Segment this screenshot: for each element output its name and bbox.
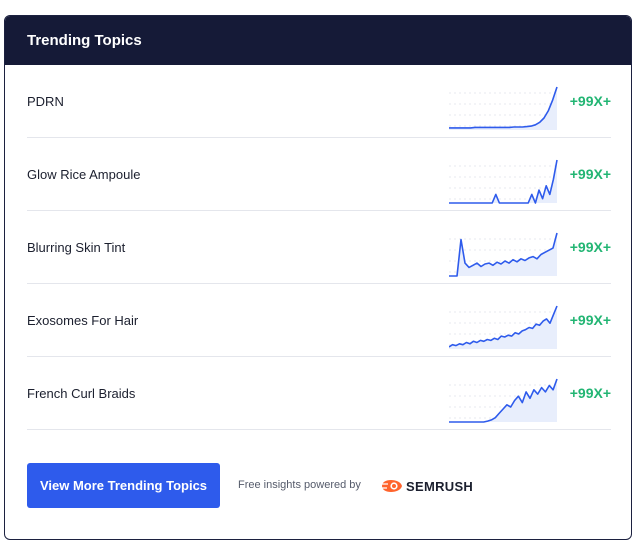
growth-badge: +99X+ (569, 166, 611, 182)
growth-badge: +99X+ (569, 239, 611, 255)
trend-sparkline (449, 305, 559, 349)
topic-list: PDRN +99X+ Glow Rice Ampoule +99X+ Blurr… (27, 65, 611, 430)
growth-badge: +99X+ (569, 312, 611, 328)
topic-label: French Curl Braids (27, 386, 136, 401)
topic-label: Glow Rice Ampoule (27, 167, 141, 182)
topic-row[interactable]: Exosomes For Hair +99X+ (27, 284, 611, 357)
brand-name: SEMRUSH (406, 478, 474, 494)
view-more-button[interactable]: View More Trending Topics (27, 463, 220, 508)
growth-badge: +99X+ (569, 93, 611, 109)
topic-label: PDRN (27, 94, 64, 109)
semrush-logo[interactable]: SEMRUSH (381, 476, 473, 496)
trend-area (449, 379, 557, 422)
topic-row[interactable]: French Curl Braids +99X+ (27, 357, 611, 430)
powered-by-text: Free insights powered by (238, 479, 361, 491)
trend-area (449, 87, 557, 130)
trend-sparkline (449, 232, 559, 277)
topic-label: Exosomes For Hair (27, 313, 139, 328)
widget-footer: View More Trending Topics Free insights … (27, 463, 611, 508)
topic-row[interactable]: Blurring Skin Tint +99X+ (27, 211, 611, 284)
widget-title: Trending Topics (5, 16, 631, 65)
topic-row[interactable]: Glow Rice Ampoule +99X+ (27, 138, 611, 211)
trend-sparkline (449, 378, 559, 423)
trend-area (449, 160, 557, 203)
trend-sparkline (449, 159, 559, 204)
semrush-flame-icon (382, 480, 402, 492)
growth-badge: +99X+ (569, 385, 611, 401)
trend-sparkline (449, 86, 559, 130)
topic-row[interactable]: PDRN +99X+ (27, 65, 611, 138)
topic-label: Blurring Skin Tint (27, 240, 126, 255)
trending-topics-widget: Trending Topics PDRN +99X+ Glow Rice Amp… (4, 15, 632, 540)
